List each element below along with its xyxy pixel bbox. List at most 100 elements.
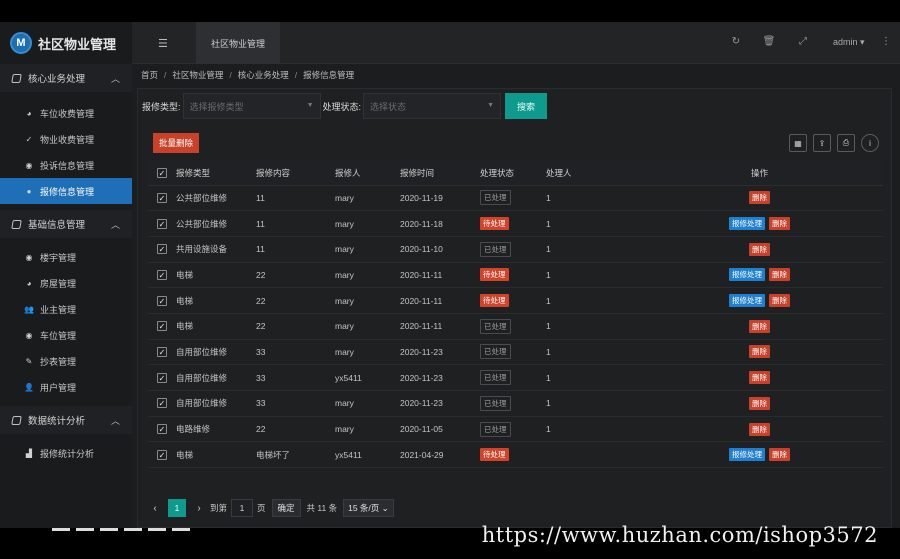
table-row[interactable]: ✓ 电梯 22 mary 2020-11-11 已处理 1 删除 — [148, 313, 883, 340]
prev-page-icon[interactable]: ‹ — [148, 503, 162, 514]
row-checkbox[interactable]: ✓ — [157, 346, 167, 357]
table-row[interactable]: ✓ 电路维修 22 mary 2020-11-05 已处理 1 删除 — [148, 416, 883, 443]
row-checkbox[interactable]: ✓ — [157, 372, 167, 383]
delete-button[interactable]: 删除 — [749, 191, 770, 205]
cell-type: 电路维修 — [176, 416, 256, 443]
sidebar-item-building[interactable]: ◉ 楼宇管理 — [0, 244, 132, 270]
trash-icon[interactable]: 🗑 — [762, 36, 776, 50]
username: admin — [833, 37, 858, 47]
repair-type-select[interactable]: 选择报修类型 ▼ — [182, 93, 321, 119]
repair-handle-button[interactable]: 报修处理 — [729, 448, 765, 462]
column-header[interactable]: 报修时间 — [400, 161, 480, 186]
page-size-select[interactable]: 15 条/页 ⌄ — [343, 499, 394, 517]
select-all-checkbox[interactable]: ✓ — [157, 167, 167, 178]
row-checkbox[interactable]: ✓ — [157, 424, 167, 435]
table-row[interactable]: ✓ 共用设施设备 11 mary 2020-11-10 已处理 1 删除 — [148, 236, 883, 263]
delete-button[interactable]: 删除 — [749, 422, 770, 436]
sidebar-group-stats[interactable]: 数据统计分析 ︿ — [0, 406, 132, 434]
repair-handle-button[interactable]: 报修处理 — [729, 294, 765, 308]
cell-reporter: mary — [335, 390, 400, 417]
sidebar-item-complaint[interactable]: ◉ 投诉信息管理 — [0, 152, 132, 178]
sidebar-item-repair[interactable]: ● 报修信息管理 — [0, 178, 132, 204]
column-header[interactable]: 处理人 — [546, 161, 636, 186]
row-checkbox[interactable]: ✓ — [157, 192, 167, 203]
cell-type: 自用部位维修 — [176, 339, 256, 366]
next-page-icon[interactable]: › — [192, 503, 206, 514]
table-row[interactable]: ✓ 自用部位维修 33 mary 2020-11-23 已处理 1 删除 — [148, 390, 883, 417]
sidebar-group-basic[interactable]: 基础信息管理 ︿ — [0, 210, 132, 238]
row-checkbox[interactable]: ✓ — [157, 295, 167, 306]
more-vertical-icon[interactable]: ⋮ — [879, 36, 893, 50]
export-icon[interactable]: ⇪ — [813, 134, 831, 152]
row-checkbox[interactable]: ✓ — [157, 449, 167, 460]
tab-community-property[interactable]: 社区物业管理 — [196, 22, 280, 64]
delete-button[interactable]: 删除 — [769, 294, 790, 308]
folder-icon — [11, 73, 22, 83]
cell-time: 2020-11-23 — [400, 364, 480, 391]
table-row[interactable]: ✓ 公共部位维修 11 mary 2020-11-18 待处理 1 报修处理 删除 — [148, 210, 883, 237]
cell-content: 33 — [256, 364, 335, 391]
user-menu[interactable]: admin ▾ — [833, 37, 865, 48]
delete-button[interactable]: 删除 — [749, 396, 770, 410]
repair-handle-button[interactable]: 报修处理 — [729, 217, 765, 231]
sidebar-item-parking-fee[interactable]: ◕ 车位收费管理 — [0, 100, 132, 126]
goto-confirm-button[interactable]: 确定 — [271, 499, 301, 517]
fullscreen-icon[interactable]: ⤢ — [796, 36, 810, 50]
delete-button[interactable]: 删除 — [769, 448, 790, 462]
breadcrumb-item[interactable]: 社区物业管理 — [172, 69, 223, 81]
sidebar-item-parking[interactable]: ◉ 车位管理 — [0, 322, 132, 348]
sidebar-item-house[interactable]: ◕ 房屋管理 — [0, 270, 132, 296]
status-badge: 待处理 — [480, 268, 509, 282]
status-label: 处理状态: — [322, 101, 362, 112]
sidebar-item-property-fee[interactable]: ✓ 物业收费管理 — [0, 126, 132, 152]
status-placeholder: 选择状态 — [370, 101, 407, 112]
table-row[interactable]: ✓ 电梯 22 mary 2020-11-11 待处理 1 报修处理 删除 — [148, 287, 883, 314]
cell-reporter: yx5411 — [335, 364, 400, 391]
sidebar-item-label: 抄表管理 — [40, 356, 77, 367]
page-current[interactable]: 1 — [168, 499, 186, 517]
batch-delete-button[interactable]: 批量删除 — [153, 133, 199, 153]
delete-button[interactable]: 删除 — [749, 242, 770, 256]
users-icon: 👥 — [24, 304, 34, 314]
columns-icon[interactable]: ▦ — [789, 134, 807, 152]
cell-actions: 删除 — [636, 390, 883, 417]
repair-type-placeholder: 选择报修类型 — [189, 101, 244, 112]
row-checkbox[interactable]: ✓ — [157, 218, 167, 229]
refresh-icon[interactable]: ↻ — [729, 36, 743, 50]
print-icon[interactable]: ⎙ — [837, 134, 855, 152]
column-header[interactable]: 报修人 — [335, 161, 400, 186]
info-icon[interactable]: i — [861, 134, 879, 152]
search-button[interactable]: 搜索 — [505, 93, 548, 119]
row-checkbox[interactable]: ✓ — [157, 321, 167, 332]
table-row[interactable]: ✓ 自用部位维修 33 mary 2020-11-23 已处理 1 删除 — [148, 339, 883, 366]
menu-toggle-icon[interactable]: ☰ — [158, 37, 172, 50]
status-select[interactable]: 选择状态 ▼ — [363, 93, 502, 119]
sidebar-item-repair-stats[interactable]: ▟ 报修统计分析 — [0, 440, 132, 466]
column-header[interactable]: 报修类型 — [176, 161, 256, 186]
goto-page-input[interactable]: 1 — [231, 499, 254, 517]
breadcrumb-home[interactable]: 首页 — [141, 69, 158, 81]
sidebar-group-core[interactable]: 核心业务处理 ︿ — [0, 64, 132, 92]
table-row[interactable]: ✓ 自用部位维修 33 yx5411 2020-11-23 已处理 1 删除 — [148, 364, 883, 391]
row-checkbox[interactable]: ✓ — [157, 398, 167, 409]
delete-button[interactable]: 删除 — [769, 268, 790, 282]
breadcrumb-item[interactable]: 核心业务处理 — [238, 69, 289, 81]
row-checkbox[interactable]: ✓ — [157, 269, 167, 280]
column-header[interactable]: 处理状态 — [480, 161, 546, 186]
delete-button[interactable]: 删除 — [749, 345, 770, 359]
delete-button[interactable]: 删除 — [749, 319, 770, 333]
sidebar-item-owner[interactable]: 👥 业主管理 — [0, 296, 132, 322]
sidebar-item-label: 车位管理 — [40, 330, 77, 341]
table-row[interactable]: ✓ 公共部位维修 11 mary 2020-11-19 已处理 1 删除 — [148, 185, 883, 212]
cell-handler: 1 — [546, 313, 636, 340]
table-row[interactable]: ✓ 电梯 22 mary 2020-11-11 待处理 1 报修处理 删除 — [148, 262, 883, 289]
sidebar-item-user[interactable]: 👤 用户管理 — [0, 374, 132, 400]
delete-button[interactable]: 删除 — [749, 371, 770, 385]
status-badge: 已处理 — [480, 344, 511, 360]
delete-button[interactable]: 删除 — [769, 217, 790, 231]
row-checkbox[interactable]: ✓ — [157, 244, 167, 255]
repair-handle-button[interactable]: 报修处理 — [729, 268, 765, 282]
table-row[interactable]: ✓ 电梯 电梯坏了 yx5411 2021-04-29 待处理 报修处理 删除 — [148, 441, 883, 469]
sidebar-item-meter[interactable]: ✎ 抄表管理 — [0, 348, 132, 374]
column-header[interactable]: 报修内容 — [256, 161, 335, 186]
